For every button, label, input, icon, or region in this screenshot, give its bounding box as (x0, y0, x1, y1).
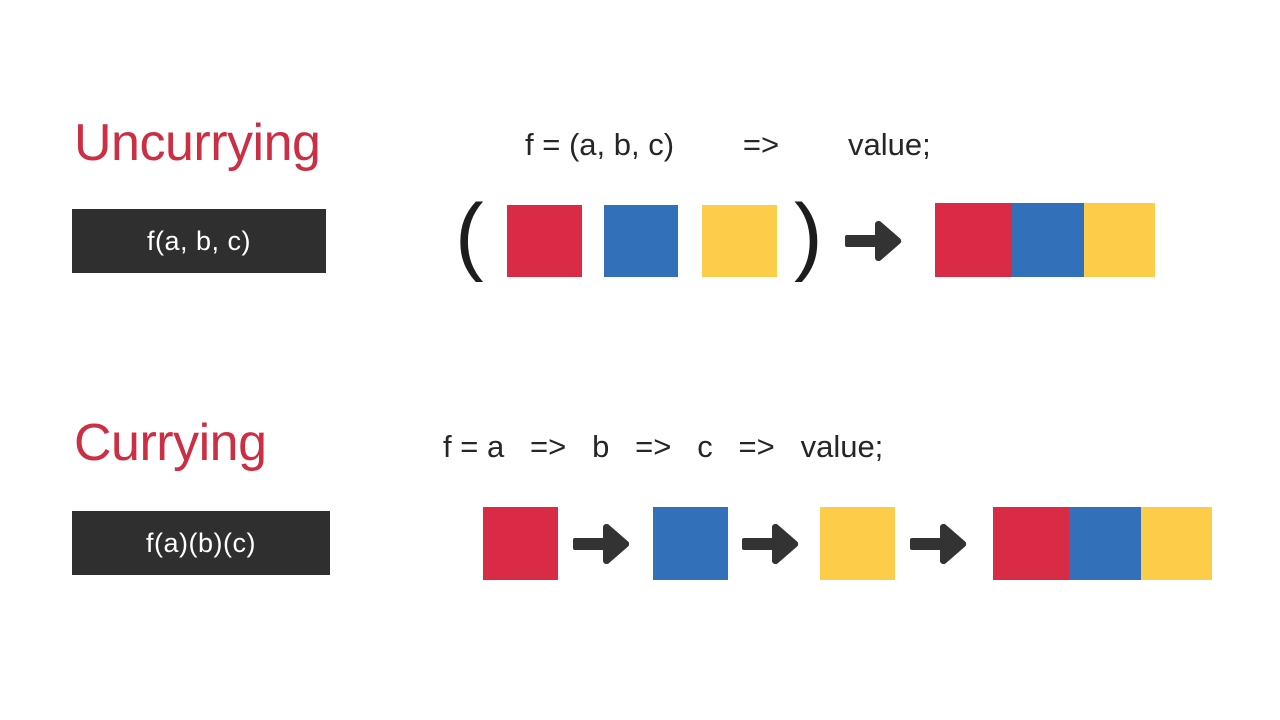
formula-currying: f = a => b => c => value; (443, 429, 884, 464)
signature-chip-uncurrying: f(a, b, c) (72, 209, 326, 273)
open-paren-uncurrying: ( (455, 187, 484, 283)
result-block-b-uncurrying (1012, 203, 1084, 277)
right-arrow-icon-currying-3 (910, 524, 968, 564)
section-title-uncurrying: Uncurrying (74, 114, 321, 172)
argument-block-c-uncurrying (702, 205, 777, 277)
result-block-c-uncurrying (1084, 203, 1155, 277)
argument-block-b-currying (653, 507, 728, 580)
slide-root: { "palette": { "red": "#d92b45", "blue":… (0, 0, 1280, 720)
signature-chip-label-uncurrying: f(a, b, c) (146, 225, 252, 256)
result-block-c-currying (1141, 507, 1212, 580)
argument-block-a-currying (483, 507, 558, 580)
close-paren-uncurrying: ) (794, 187, 823, 283)
signature-chip-currying: f(a)(b)(c) (72, 511, 330, 575)
formula-uncurrying: f = (a, b, c) => value; (525, 127, 931, 162)
argument-block-b-uncurrying (604, 205, 678, 277)
argument-block-c-currying (820, 507, 895, 580)
right-arrow-icon-currying-2 (742, 524, 800, 564)
right-arrow-icon-currying-1 (573, 524, 631, 564)
result-bar-uncurrying (935, 203, 1155, 277)
result-block-a-currying (993, 507, 1069, 580)
result-block-a-uncurrying (935, 203, 1012, 277)
section-title-currying: Currying (74, 414, 267, 472)
argument-block-a-uncurrying (507, 205, 582, 277)
result-block-b-currying (1069, 507, 1141, 580)
result-bar-currying (993, 507, 1212, 580)
right-arrow-icon-uncurrying (845, 221, 903, 261)
signature-chip-label-currying: f(a)(b)(c) (146, 527, 256, 558)
